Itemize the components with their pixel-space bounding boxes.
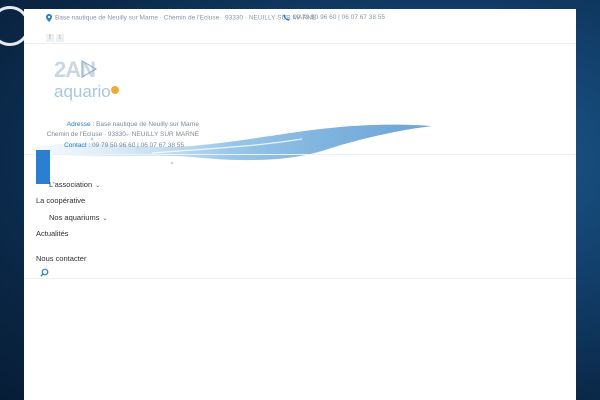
map-pin-icon [46, 14, 52, 22]
chevron-down-icon: ⌄ [102, 216, 108, 222]
nav-item-aquariums[interactable]: Nos aquariums ⌄ [49, 213, 107, 222]
nav-item-cooperative[interactable]: La coopérative [36, 196, 85, 205]
svg-text:aquario: aquario [54, 82, 111, 101]
nav-item-actualites[interactable]: Actualités [36, 229, 69, 238]
address-label: Adresse : [66, 121, 95, 128]
contact-label: Contact : [64, 142, 91, 149]
topbar-phone-text: 09 79 50 96 60 | 06 07 67 38 55 [293, 14, 386, 22]
phone-icon [283, 14, 290, 21]
chevron-down-icon: ⌄ [95, 183, 101, 189]
search-divider [24, 278, 576, 279]
nav-item-label: Nos aquariums [49, 213, 100, 222]
topbar-address: Base nautique de Neuilly sur Marne · Che… [46, 14, 316, 22]
nav-item-association[interactable]: L'association ⌄ [49, 180, 100, 189]
header-divider [24, 154, 576, 155]
svg-text:2AN: 2AN [54, 57, 95, 82]
address-line2: Chemin de l'Ecluse · 93330 · NEUILLY SUR… [46, 131, 199, 138]
address-line1: Base nautique de Neuilly sur Marne [96, 121, 199, 128]
topbar-phone[interactable]: 09 79 50 96 60 | 06 07 67 38 55 [283, 14, 385, 21]
header-contact: Contact : 09 79 50 96 60 | 06 07 67 38 5… [24, 142, 184, 149]
search-icon[interactable] [40, 268, 49, 277]
facebook-icon[interactable]: f [46, 34, 54, 42]
contact-value[interactable]: 09 79 50 96 60 | 06 07 67 38 55 [92, 142, 184, 149]
nav-item-contact[interactable]: Nous contacter [36, 254, 86, 263]
nav-item-label: Actualités [36, 229, 69, 238]
social-links: ft [46, 26, 66, 44]
top-info-bar: Base nautique de Neuilly sur Marne · Che… [24, 9, 576, 44]
header-address: Adresse : Base nautique de Neuilly sur M… [24, 120, 199, 140]
page-container: Base nautique de Neuilly sur Marne · Che… [24, 9, 576, 400]
nav-item-label: La coopérative [36, 196, 86, 205]
nav-item-label: L'association [49, 180, 93, 189]
site-logo[interactable]: 2AN aquario [52, 57, 132, 101]
nav-item-label: Nous contacter [36, 254, 87, 263]
topbar-address-text: Base nautique de Neuilly sur Marne · Che… [55, 14, 317, 22]
twitter-icon[interactable]: t [56, 34, 64, 42]
menu-toggle-tab[interactable] [36, 150, 50, 184]
